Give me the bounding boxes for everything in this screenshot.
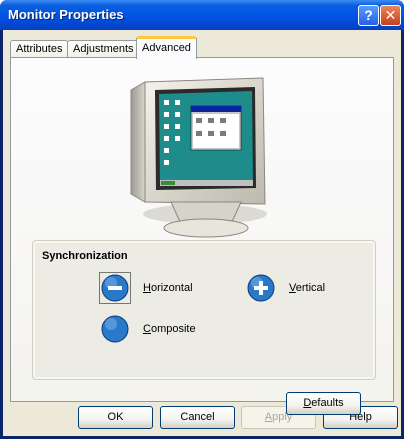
synchronization-title: Synchronization bbox=[42, 250, 128, 262]
composite-label: Composite bbox=[143, 323, 196, 335]
close-title-button[interactable]: ✕ bbox=[380, 5, 401, 26]
help-title-button[interactable]: ? bbox=[358, 5, 379, 26]
tab-adjustments[interactable]: Adjustments bbox=[67, 40, 140, 58]
advanced-tab-panel: Synchronization Horizontal Vertical Comp… bbox=[10, 57, 394, 415]
tab-advanced[interactable]: Advanced bbox=[136, 36, 197, 59]
dialog-client-area: Attributes Adjustments Advanced Synchron… bbox=[3, 30, 401, 436]
plus-circle-icon[interactable] bbox=[245, 272, 277, 304]
defaults-button[interactable]: Defaults bbox=[286, 392, 361, 415]
title-bar[interactable]: Monitor Properties ? ✕ bbox=[0, 0, 404, 30]
cancel-button[interactable]: Cancel bbox=[160, 406, 235, 429]
vertical-label: Vertical bbox=[289, 282, 326, 294]
tab-attributes-label: Attributes bbox=[16, 43, 63, 55]
tab-attributes[interactable]: Attributes bbox=[10, 40, 69, 58]
horizontal-label: Horizontal bbox=[143, 282, 193, 294]
question-mark-icon: ? bbox=[364, 7, 373, 23]
close-icon: ✕ bbox=[384, 7, 397, 23]
minus-circle-icon[interactable] bbox=[99, 272, 131, 304]
crt-monitor-icon bbox=[130, 77, 267, 238]
tab-adjustments-label: Adjustments bbox=[73, 43, 134, 55]
monitor-properties-window: Monitor Properties ? ✕ Attributes Adjust… bbox=[0, 0, 404, 439]
synchronization-group: Synchronization Horizontal Vertical Comp… bbox=[32, 240, 376, 380]
blank-circle-icon[interactable] bbox=[99, 313, 131, 345]
ok-button[interactable]: OK bbox=[78, 406, 153, 429]
tab-advanced-label: Advanced bbox=[142, 42, 191, 54]
window-title: Monitor Properties bbox=[8, 7, 124, 22]
